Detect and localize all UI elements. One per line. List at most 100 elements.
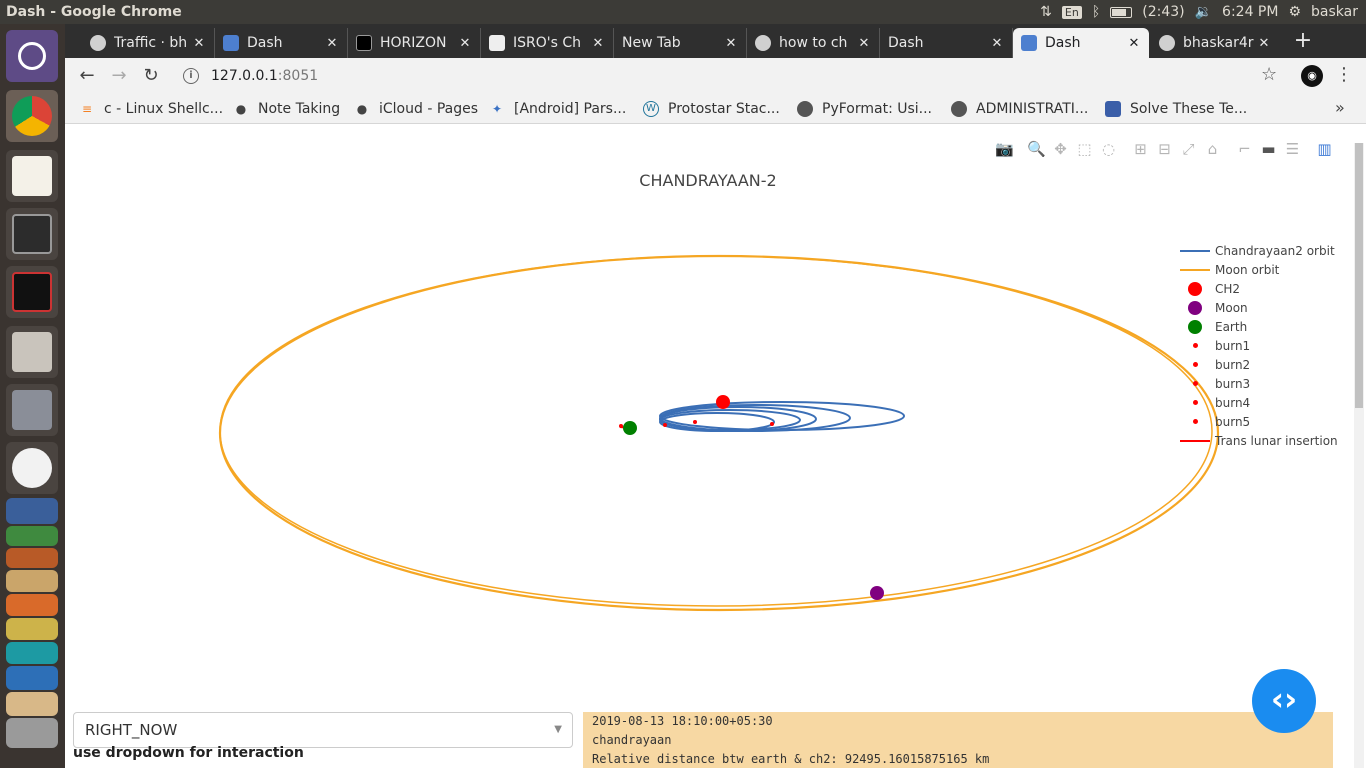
moon-marker[interactable] bbox=[870, 586, 884, 600]
text-editor-icon[interactable] bbox=[6, 150, 58, 202]
legend-label: Moon bbox=[1215, 300, 1248, 315]
close-icon[interactable]: ✕ bbox=[323, 36, 341, 51]
legend-item[interactable]: Chandrayaan2 orbit bbox=[1180, 241, 1338, 260]
close-icon[interactable]: ✕ bbox=[190, 36, 208, 51]
tab-5[interactable]: New Tab ✕ bbox=[614, 28, 747, 58]
legend-item[interactable]: Trans lunar insertion bbox=[1180, 431, 1338, 450]
battery-icon[interactable] bbox=[1110, 6, 1133, 18]
legend-symbol bbox=[1180, 336, 1210, 355]
chart-legend: Chandrayaan2 orbit Moon orbit CH2 Moon Earth… bbox=[1180, 241, 1338, 450]
impress-icon[interactable] bbox=[6, 548, 58, 568]
earth-marker[interactable] bbox=[623, 421, 637, 435]
info-panel: 2019-08-13 18:10:00+05:30 chandrayaan Re… bbox=[583, 712, 1333, 768]
bluetooth-icon[interactable]: ᛒ bbox=[1092, 4, 1100, 20]
writer-icon[interactable] bbox=[6, 498, 58, 524]
new-tab-plus-icon[interactable]: + bbox=[1291, 30, 1315, 54]
bookmark-item[interactable]: PyFormat: Usi... bbox=[797, 99, 932, 119]
forward-arrow-icon[interactable]: → bbox=[107, 64, 131, 88]
tab-1[interactable]: Traffic · bh ✕ bbox=[82, 28, 215, 58]
settings-gear-icon[interactable]: ⚙ bbox=[1288, 4, 1301, 20]
bookmark-item[interactable]: W Protostar Stac... bbox=[643, 99, 780, 119]
legend-label: Earth bbox=[1215, 319, 1248, 334]
close-icon[interactable]: ✕ bbox=[456, 36, 474, 51]
legend-item[interactable]: burn2 bbox=[1180, 355, 1338, 374]
tab-8-active[interactable]: Dash ✕ bbox=[1013, 28, 1149, 58]
close-icon[interactable]: ✕ bbox=[722, 36, 740, 51]
page-content: 📷 🔍 ✥ ⬚ ◌ ⊞ ⊟ ⤢ ⌂ ⌐ ▬ ☰ ▥ CHANDRAYAAN-2 … bbox=[65, 125, 1366, 768]
legend-item[interactable]: burn5 bbox=[1180, 412, 1338, 431]
bookmarks-overflow-icon[interactable]: » bbox=[1335, 98, 1345, 117]
close-icon[interactable]: ✕ bbox=[855, 36, 873, 51]
legend-item[interactable]: CH2 bbox=[1180, 279, 1338, 298]
chrome-icon[interactable] bbox=[6, 90, 58, 142]
chrome-menu-icon[interactable]: ⋮ bbox=[1335, 64, 1353, 85]
bookmark-item[interactable]: ADMINISTRATI... bbox=[951, 99, 1088, 119]
legend-item[interactable]: burn4 bbox=[1180, 393, 1338, 412]
calc-icon[interactable] bbox=[6, 526, 58, 546]
extension-icon[interactable]: ◉ bbox=[1301, 65, 1323, 87]
legend-symbol bbox=[1180, 355, 1210, 374]
scrollbar-thumb[interactable] bbox=[1355, 143, 1363, 408]
xterm-icon[interactable] bbox=[6, 266, 58, 318]
legend-label: CH2 bbox=[1215, 281, 1241, 296]
burn-marker bbox=[663, 423, 667, 427]
launcher-app-icon[interactable] bbox=[6, 666, 58, 690]
network-icon[interactable]: ⇅ bbox=[1040, 4, 1052, 20]
user-name[interactable]: baskar bbox=[1311, 4, 1358, 20]
tab-7[interactable]: Dash ✕ bbox=[880, 28, 1013, 58]
keyboard-layout[interactable]: En bbox=[1061, 5, 1082, 19]
bookmark-item[interactable]: ● iCloud - Pages bbox=[354, 99, 478, 119]
amazon-icon[interactable] bbox=[6, 570, 58, 592]
bookmark-item[interactable]: ≡ c - Linux Shellc... bbox=[79, 99, 223, 119]
legend-item[interactable]: Earth bbox=[1180, 317, 1338, 336]
arduino-icon[interactable] bbox=[6, 642, 58, 664]
app-icon[interactable] bbox=[6, 618, 58, 640]
code-toggle-button[interactable]: ‹› bbox=[1252, 669, 1316, 733]
bookmark-item[interactable]: ✦ [Android] Pars... bbox=[489, 99, 626, 119]
tab-4[interactable]: ISRO's Ch ✕ bbox=[481, 28, 614, 58]
chevron-down-icon[interactable]: ▼ bbox=[554, 724, 562, 735]
close-icon[interactable]: ✕ bbox=[1255, 36, 1273, 51]
bookmark-star-icon[interactable]: ☆ bbox=[1261, 64, 1277, 85]
dropdown-value: RIGHT_NOW bbox=[85, 721, 178, 739]
tab-9[interactable]: bhaskar4r ✕ bbox=[1151, 28, 1279, 58]
apple-icon: ● bbox=[235, 102, 247, 116]
terminal-icon[interactable] bbox=[6, 208, 58, 260]
ubuntu-dash-icon[interactable] bbox=[6, 30, 58, 82]
files-icon[interactable] bbox=[6, 326, 58, 378]
info-distance: Relative distance btw earth & ch2: 92495… bbox=[592, 752, 990, 766]
view-dropdown[interactable]: RIGHT_NOW ▼ bbox=[73, 712, 573, 748]
bread-app-icon[interactable] bbox=[6, 692, 58, 716]
tab-2[interactable]: Dash ✕ bbox=[215, 28, 348, 58]
close-icon[interactable]: ✕ bbox=[589, 36, 607, 51]
clock[interactable]: 6:24 PM bbox=[1222, 4, 1278, 20]
dash-icon bbox=[1021, 35, 1037, 51]
close-icon[interactable]: ✕ bbox=[1125, 36, 1143, 51]
orbit-plot[interactable]: CHANDRAYAAN-2 bbox=[65, 125, 1355, 695]
tab-3[interactable]: HORIZON ✕ bbox=[348, 28, 481, 58]
installer-icon[interactable] bbox=[6, 384, 58, 436]
github-icon bbox=[755, 35, 771, 51]
bookmark-item[interactable]: Solve These Te... bbox=[1105, 99, 1247, 119]
globe-icon bbox=[797, 101, 813, 117]
legend-item[interactable]: burn3 bbox=[1180, 374, 1338, 393]
legend-item[interactable]: Moon orbit bbox=[1180, 260, 1338, 279]
address-bar[interactable]: i 127.0.0.1:8051 bbox=[173, 62, 1293, 90]
volume-icon[interactable]: 🔉 bbox=[1195, 4, 1212, 20]
evince-icon[interactable] bbox=[6, 442, 58, 494]
doc-icon bbox=[1105, 101, 1121, 117]
legend-item[interactable]: burn1 bbox=[1180, 336, 1338, 355]
reload-icon[interactable]: ↻ bbox=[139, 64, 163, 88]
bookmarks-bar: ≡ c - Linux Shellc... ● Note Taking ● iClou… bbox=[65, 94, 1366, 124]
ch2-marker[interactable] bbox=[716, 395, 730, 409]
back-arrow-icon[interactable]: ← bbox=[75, 64, 99, 88]
bookmark-item[interactable]: ● Note Taking bbox=[233, 99, 340, 119]
info-icon[interactable]: i bbox=[183, 68, 199, 84]
legend-symbol bbox=[1180, 260, 1210, 279]
legend-item[interactable]: Moon bbox=[1180, 298, 1338, 317]
tab-6[interactable]: how to ch ✕ bbox=[747, 28, 880, 58]
close-icon[interactable]: ✕ bbox=[988, 36, 1006, 51]
scanner-icon[interactable] bbox=[6, 718, 58, 748]
page-scrollbar[interactable] bbox=[1354, 143, 1364, 768]
software-center-icon[interactable] bbox=[6, 594, 58, 616]
